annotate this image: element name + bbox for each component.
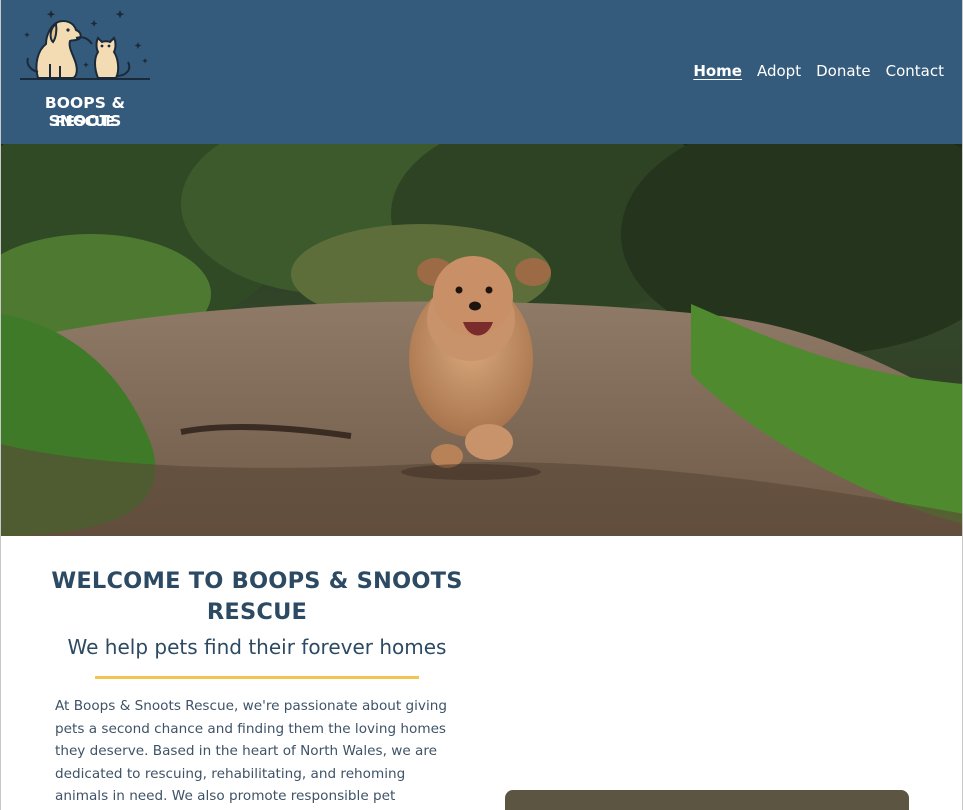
site-header: BOOPS & SNOOTS RESCUE Home Adopt Donate … <box>1 0 962 144</box>
dog-and-cat-logo-icon <box>20 10 150 80</box>
logo-subtitle: RESCUE <box>55 114 115 130</box>
intro-paragraph: At Boops & Snoots Rescue, we're passiona… <box>55 698 447 804</box>
accent-divider <box>95 676 419 679</box>
nav-link-adopt[interactable]: Adopt <box>757 62 801 80</box>
logo-home-link[interactable]: BOOPS & SNOOTS RESCUE <box>11 8 161 136</box>
page: BOOPS & SNOOTS RESCUE Home Adopt Donate … <box>0 0 963 810</box>
main-nav: Home Adopt Donate Contact <box>693 62 944 80</box>
featured-photo <box>505 790 909 810</box>
nav-link-contact[interactable]: Contact <box>886 62 944 80</box>
nav-link-home[interactable]: Home <box>693 62 742 80</box>
welcome-section: WELCOME TO BOOPS & SNOOTS RESCUE We help… <box>49 566 465 662</box>
welcome-subtitle: We help pets find their forever homes <box>67 635 447 659</box>
nav-link-donate[interactable]: Donate <box>816 62 871 80</box>
hero-photo-dog-on-trail <box>1 144 962 536</box>
welcome-title: WELCOME TO BOOPS & SNOOTS RESCUE <box>51 568 463 625</box>
hero-image <box>1 144 962 536</box>
